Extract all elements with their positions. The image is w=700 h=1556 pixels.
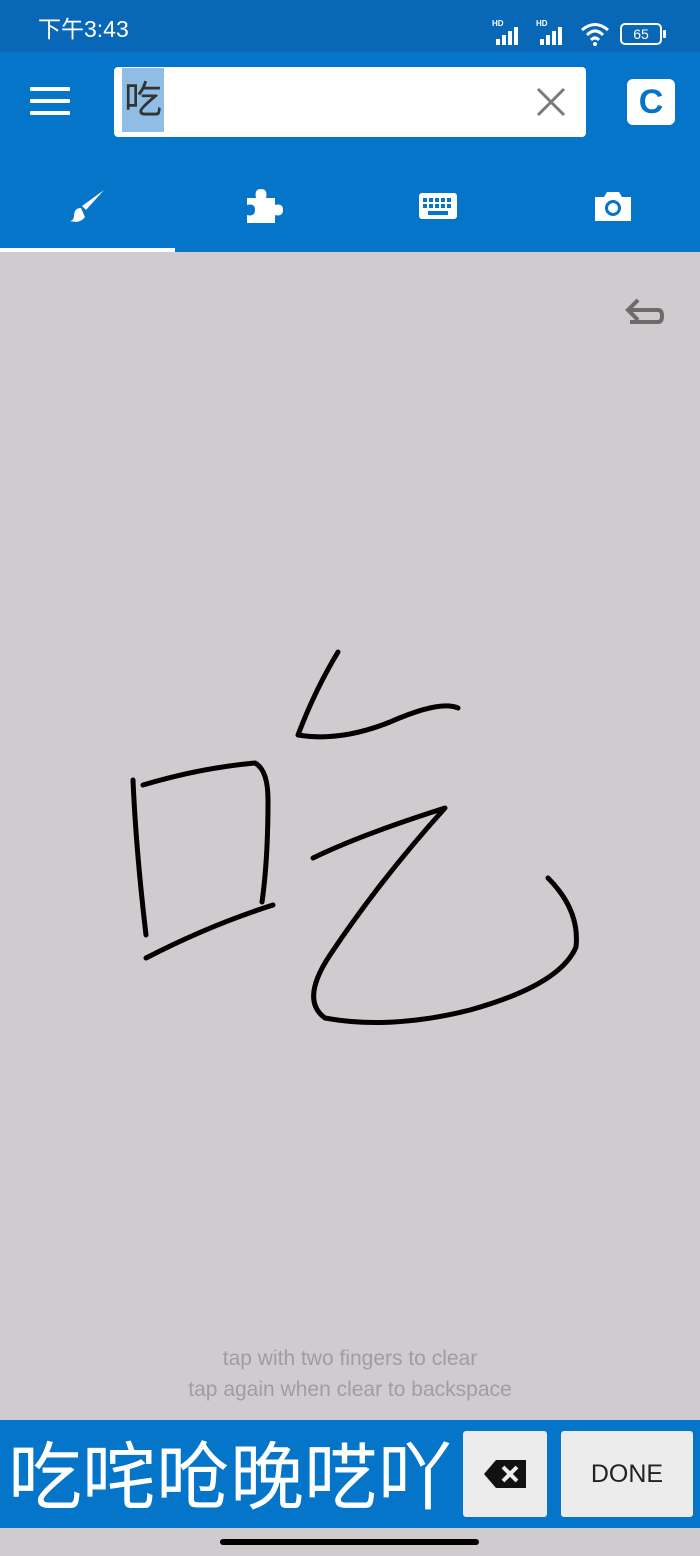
done-button[interactable]: DONE: [561, 1431, 693, 1517]
candidate-bar: 吃咤呛晚呓吖 DONE: [0, 1420, 700, 1528]
backspace-button[interactable]: [463, 1431, 547, 1517]
candidate-characters[interactable]: 吃咤呛晚呓吖: [8, 1428, 463, 1528]
backspace-icon: [484, 1460, 526, 1488]
undo-button[interactable]: [622, 286, 666, 330]
undo-icon: [625, 298, 665, 324]
handwritten-strokes: [130, 649, 579, 1025]
backspace-hint: tap again when clear to backspace: [188, 1378, 512, 1401]
home-indicator[interactable]: [220, 1539, 479, 1545]
navigation-area: [0, 1528, 700, 1556]
clear-hint: tap with two fingers to clear: [222, 1347, 478, 1370]
